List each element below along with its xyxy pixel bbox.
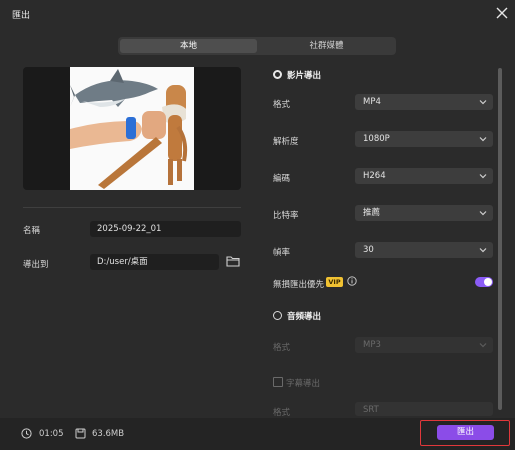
dialog-title: 匯出 (12, 11, 31, 21)
audio-export-radio[interactable] (273, 311, 282, 320)
subtitle-export-label: 字幕導出 (286, 379, 321, 389)
export-button[interactable]: 匯出 (437, 425, 494, 440)
chevron-down-icon (479, 343, 487, 348)
export-path-input[interactable]: D:/user/桌面 (90, 254, 219, 270)
export-target-tabs: 本地 社群媒體 (118, 37, 396, 55)
resolution-select[interactable]: 1080P (355, 131, 493, 147)
video-export-label: 影片導出 (287, 71, 322, 81)
folder-icon[interactable] (226, 255, 240, 267)
duration-value: 01:05 (39, 429, 64, 439)
bitrate-label: 比特率 (273, 211, 299, 221)
vip-badge: VIP (326, 277, 343, 287)
codec-select[interactable]: H264 (355, 168, 493, 184)
format-select[interactable]: MP4 (355, 94, 493, 110)
framerate-value: 30 (363, 245, 374, 255)
close-icon[interactable] (495, 6, 509, 20)
chevron-down-icon (479, 100, 487, 105)
export-to-label: 導出到 (23, 260, 49, 270)
audio-format-select[interactable]: MP3 (355, 337, 493, 353)
preview-thumbnail (70, 67, 194, 190)
name-label: 名稱 (23, 226, 41, 236)
bitrate-value: 推薦 (363, 208, 381, 218)
framerate-select[interactable]: 30 (355, 242, 493, 258)
resolution-value: 1080P (363, 134, 390, 144)
format-label: 格式 (273, 100, 291, 110)
codec-label: 編碼 (273, 174, 291, 184)
chevron-down-icon (479, 137, 487, 142)
video-export-radio[interactable] (273, 70, 282, 79)
audio-format-value: MP3 (363, 340, 381, 350)
name-input[interactable]: 2025-09-22_01 (90, 221, 241, 237)
subtitle-format-value: SRT (363, 405, 379, 415)
framerate-label: 幀率 (273, 248, 291, 258)
scrollbar[interactable] (498, 68, 502, 410)
bitrate-select[interactable]: 推薦 (355, 205, 493, 221)
lossless-toggle[interactable] (475, 277, 493, 287)
chevron-down-icon (479, 211, 487, 216)
file-size-value: 63.6MB (92, 429, 125, 439)
codec-value: H264 (363, 171, 386, 181)
resolution-label: 解析度 (273, 137, 299, 147)
info-icon[interactable] (347, 276, 357, 286)
tab-local[interactable]: 本地 (120, 39, 257, 53)
clock-icon (21, 428, 32, 439)
subtitle-format-select[interactable]: SRT (355, 402, 493, 416)
lossless-priority-label: 無損匯出優先 (273, 280, 325, 290)
tab-social-media[interactable]: 社群媒體 (259, 39, 394, 53)
video-preview (23, 67, 241, 190)
format-value: MP4 (363, 97, 381, 107)
audio-export-label: 音頻導出 (287, 312, 322, 322)
chevron-down-icon (479, 174, 487, 179)
subtitle-export-checkbox[interactable] (273, 377, 283, 387)
title-bar: 匯出 (0, 0, 515, 28)
divider (23, 207, 241, 208)
chevron-down-icon (479, 248, 487, 253)
file-size-icon (75, 428, 86, 439)
audio-format-label: 格式 (273, 343, 291, 353)
subtitle-format-label: 格式 (273, 408, 291, 418)
toggle-knob (484, 278, 492, 286)
